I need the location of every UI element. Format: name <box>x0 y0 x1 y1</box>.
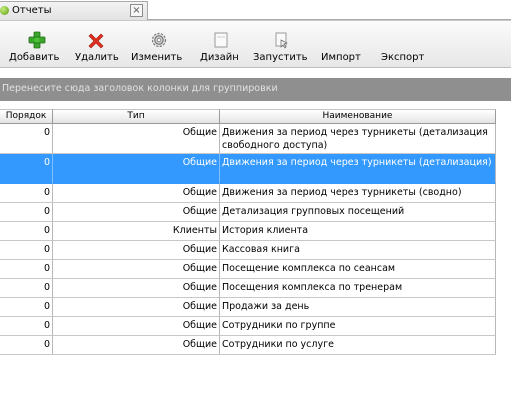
add-button[interactable]: Добавить <box>0 21 62 67</box>
tab-strip: Отчеты × <box>0 0 511 20</box>
cell-name: Сотрудники по услуге <box>220 336 496 355</box>
cell-order: 0 <box>0 241 53 260</box>
run-button-label: Запустить <box>253 52 308 63</box>
run-button[interactable]: Запустить <box>248 21 314 67</box>
cell-order: 0 <box>0 154 53 184</box>
column-header-type[interactable]: Тип <box>53 109 220 124</box>
report-icon <box>0 6 9 15</box>
cell-order: 0 <box>0 222 53 241</box>
table-row[interactable]: 0 Общие Движения за период через турникеты… <box>0 154 496 184</box>
design-icon <box>214 32 228 48</box>
delete-button-label: Удалить <box>75 52 119 63</box>
edit-button-label: Изменить <box>131 52 183 63</box>
cell-name: Движения за период через турникеты (дета… <box>220 124 496 154</box>
cell-name: Детализация групповых посещений <box>220 203 496 222</box>
cell-type: Общие <box>53 317 220 336</box>
cell-order: 0 <box>0 260 53 279</box>
import-button-label: Импорт <box>321 52 361 63</box>
cell-name: Движения за период через турникеты (дета… <box>220 154 496 184</box>
cell-type: Общие <box>53 154 220 184</box>
import-button[interactable]: Импорт <box>316 21 368 67</box>
cell-order: 0 <box>0 279 53 298</box>
cell-type: Общие <box>53 260 220 279</box>
cell-order: 0 <box>0 203 53 222</box>
column-header-order[interactable]: Порядок <box>0 109 53 124</box>
cell-order: 0 <box>0 336 53 355</box>
design-button[interactable]: Дизайн <box>196 21 244 67</box>
toolbar: Добавить Удалить Изменить Дизайн Запусти… <box>0 20 511 68</box>
cell-type: Общие <box>53 184 220 203</box>
table-row[interactable]: 0 Общие Сотрудники по услуге <box>0 336 496 355</box>
table-row[interactable]: 0 Общие Сотрудники по группе <box>0 317 496 336</box>
grid-header: Порядок Тип Наименование <box>0 109 496 124</box>
table-row[interactable]: 0 Клиенты История клиента <box>0 222 496 241</box>
cell-order: 0 <box>0 298 53 317</box>
cell-order: 0 <box>0 184 53 203</box>
table-row[interactable]: 0 Общие Движения за период через турникеты… <box>0 124 496 154</box>
cell-name: История клиента <box>220 222 496 241</box>
cell-name: Кассовая книга <box>220 241 496 260</box>
export-button[interactable]: Экспорт <box>374 21 430 67</box>
cell-order: 0 <box>0 124 53 154</box>
table-row[interactable]: 0 Общие Посещения комплекса по тренерам <box>0 279 496 298</box>
cell-type: Общие <box>53 241 220 260</box>
cell-name: Сотрудники по группе <box>220 317 496 336</box>
table-row[interactable]: 0 Общие Движения за период через турникеты… <box>0 184 496 203</box>
cell-type: Общие <box>53 336 220 355</box>
cell-type: Общие <box>53 298 220 317</box>
table-row[interactable]: 0 Общие Посещение комплекса по сеансам <box>0 260 496 279</box>
cell-name: Продажи за день <box>220 298 496 317</box>
tab-reports[interactable]: Отчеты × <box>0 1 148 20</box>
table-row[interactable]: 0 Общие Детализация групповых посещений <box>0 203 496 222</box>
delete-x-icon <box>88 33 104 49</box>
plus-icon <box>28 31 46 49</box>
table-row[interactable]: 0 Общие Кассовая книга <box>0 241 496 260</box>
cell-type: Клиенты <box>53 222 220 241</box>
design-button-label: Дизайн <box>200 52 239 63</box>
tab-title: Отчеты <box>12 5 52 16</box>
cell-name: Посещения комплекса по тренерам <box>220 279 496 298</box>
close-icon[interactable]: × <box>130 4 143 17</box>
cell-order: 0 <box>0 317 53 336</box>
column-header-name[interactable]: Наименование <box>220 109 496 124</box>
group-by-panel[interactable]: Перенесите сюда заголовок колонки для гр… <box>0 78 511 101</box>
export-button-label: Экспорт <box>381 52 425 63</box>
cell-name: Движения за период через турникеты (свод… <box>220 184 496 203</box>
table-row[interactable]: 0 Общие Продажи за день <box>0 298 496 317</box>
cell-type: Общие <box>53 203 220 222</box>
edit-button[interactable]: Изменить <box>126 21 190 67</box>
add-button-label: Добавить <box>9 52 60 63</box>
cell-name: Посещение комплекса по сеансам <box>220 260 496 279</box>
group-by-hint: Перенесите сюда заголовок колонки для гр… <box>2 83 278 94</box>
delete-button[interactable]: Удалить <box>70 21 126 67</box>
cell-type: Общие <box>53 124 220 154</box>
cell-type: Общие <box>53 279 220 298</box>
run-icon <box>275 32 288 49</box>
gear-icon <box>151 32 167 48</box>
